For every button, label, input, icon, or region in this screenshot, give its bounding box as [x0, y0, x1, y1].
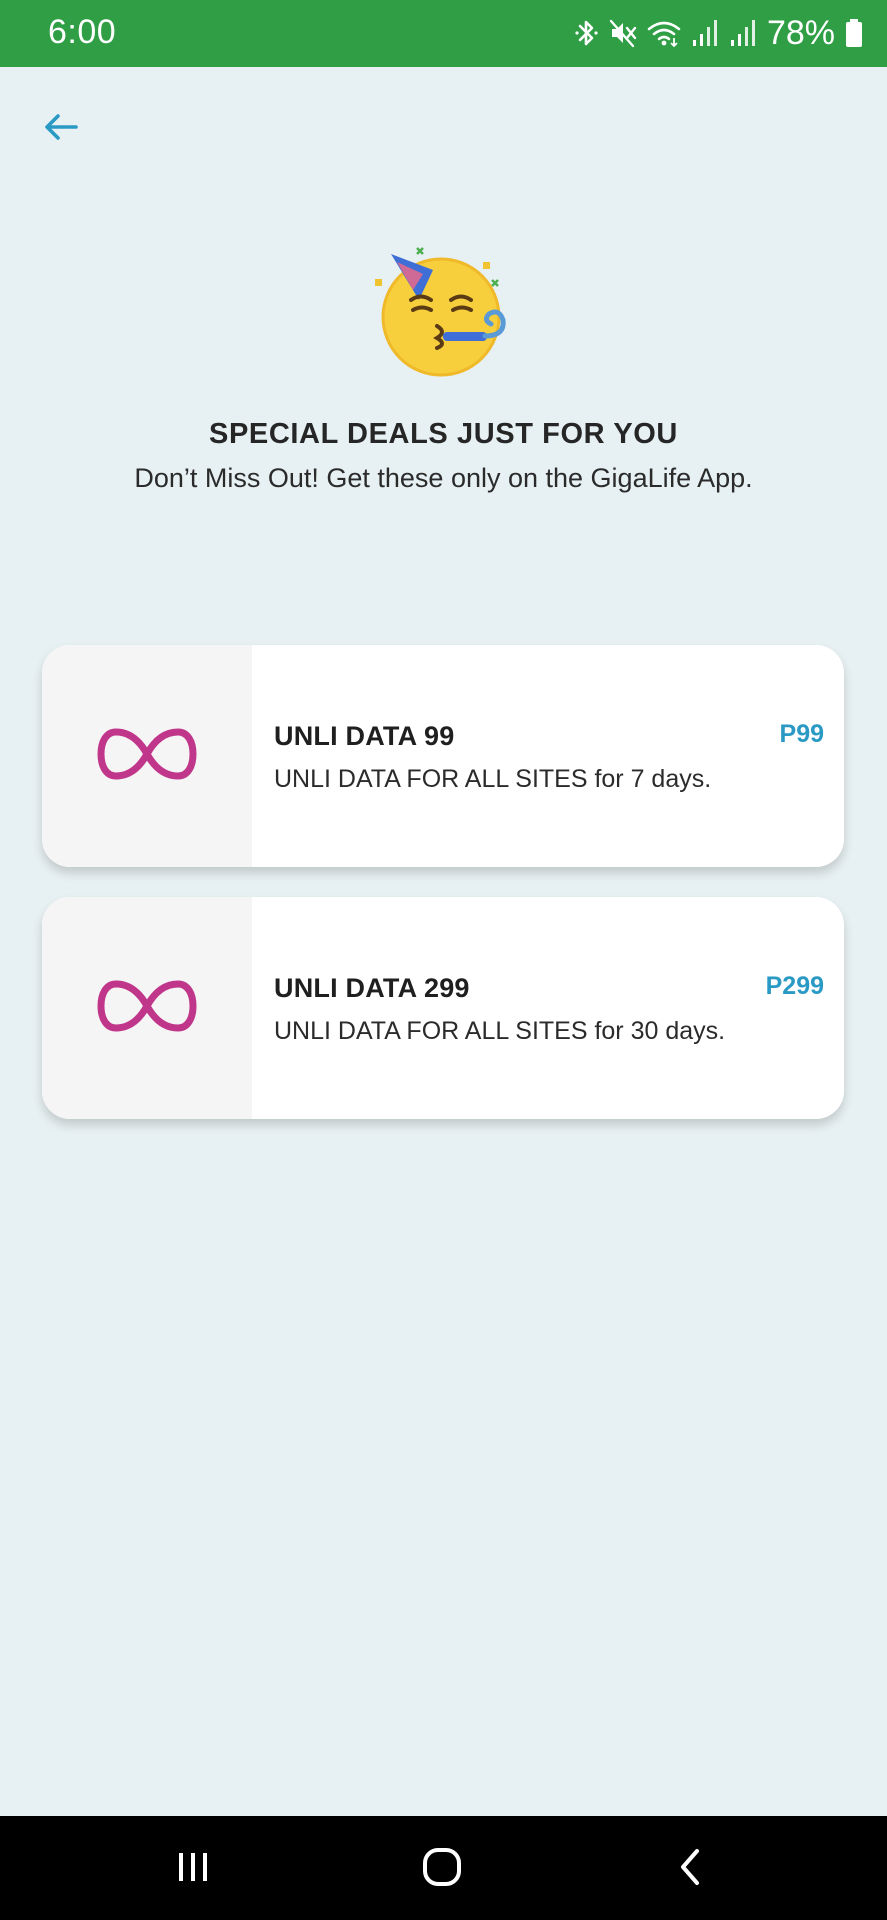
signal-icon [729, 18, 757, 48]
bluetooth-icon [575, 18, 599, 48]
deal-description: UNLI DATA FOR ALL SITES for 7 days. [274, 765, 712, 793]
status-bar: 6:00 78% [0, 0, 887, 67]
home-icon [421, 1846, 463, 1893]
recents-button[interactable] [153, 1834, 233, 1904]
home-button[interactable] [402, 1834, 482, 1904]
partying-face-icon [373, 244, 513, 384]
recents-icon [173, 1849, 213, 1890]
deal-price: P299 [765, 972, 824, 1000]
status-time: 6:00 [48, 13, 117, 51]
arrow-left-icon [43, 112, 79, 147]
deal-title: UNLI DATA 99 [274, 721, 455, 751]
deal-icon-panel [42, 897, 252, 1119]
page-title: SPECIAL DEALS JUST FOR YOU [209, 418, 678, 450]
deal-card-unli-data-99[interactable]: UNLI DATA 99 UNLI DATA FOR ALL SITES for… [42, 645, 844, 867]
battery-percent: 78% [766, 13, 835, 52]
deal-price: P99 [779, 720, 824, 748]
infinity-icon [97, 978, 197, 1039]
system-back-button[interactable] [650, 1834, 730, 1904]
wifi-icon [647, 18, 681, 48]
mute-icon [609, 18, 637, 48]
deal-description: UNLI DATA FOR ALL SITES for 30 days. [274, 1017, 726, 1045]
back-button[interactable] [36, 104, 86, 154]
deal-title: UNLI DATA 299 [274, 973, 470, 1003]
deal-card-unli-data-299[interactable]: UNLI DATA 299 UNLI DATA FOR ALL SITES fo… [42, 897, 844, 1119]
battery-icon [845, 18, 863, 48]
deal-icon-panel [42, 645, 252, 867]
status-icons: 78% [575, 10, 863, 56]
back-chevron-icon [675, 1847, 705, 1892]
page-subtitle: Don’t Miss Out! Get these only on the Gi… [134, 463, 753, 493]
signal-icon [691, 18, 719, 48]
infinity-icon [97, 726, 197, 787]
system-nav-bar [0, 1816, 887, 1920]
